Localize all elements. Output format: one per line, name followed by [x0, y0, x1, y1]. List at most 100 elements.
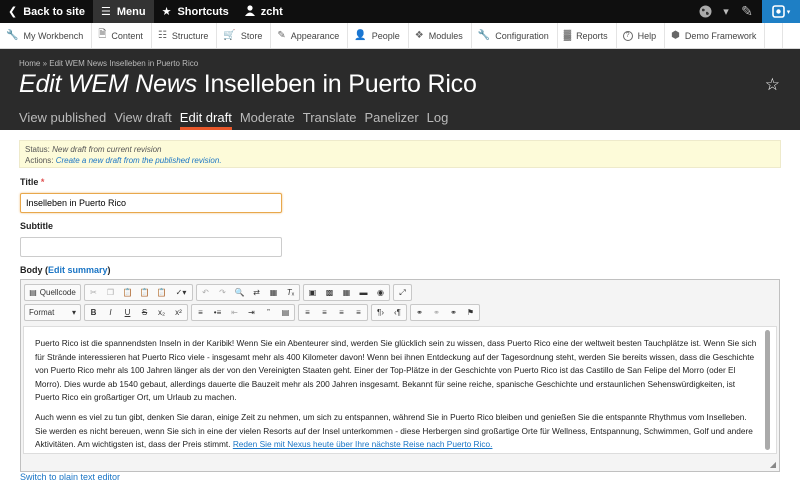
body-label-text: Body: [20, 265, 43, 275]
select-all-icon[interactable]: ▦: [265, 285, 282, 300]
remove-format-icon[interactable]: Tₓ: [282, 285, 299, 300]
tray-item-label: My Workbench: [23, 30, 84, 41]
status-line: Status: New draft from current revision: [25, 144, 775, 155]
source-label: Quellcode: [39, 288, 76, 297]
table-icon[interactable]: ▦: [338, 285, 355, 300]
admin-toolbar: ❮ Back to site ☰ Menu ★ Shortcuts zcht ▾…: [0, 0, 800, 23]
cart-icon: 🛒: [223, 30, 236, 41]
wrench-icon: 🔧: [6, 30, 19, 41]
tray-orientation-toggle[interactable]: [782, 23, 800, 48]
underline-icon[interactable]: U: [119, 305, 136, 320]
iframe-globe-icon[interactable]: ◉: [372, 285, 389, 300]
back-to-site-label: Back to site: [23, 5, 85, 18]
switch-plain-editor-link[interactable]: Switch to plain text editor: [20, 472, 120, 480]
align-center-icon[interactable]: ≡: [316, 305, 333, 320]
tray-item-help[interactable]: ? Help: [617, 23, 666, 48]
anchor-flag-icon[interactable]: ⚑: [462, 305, 479, 320]
unlink-icon[interactable]: ⚭: [428, 305, 445, 320]
dropdown-chevron-icon[interactable]: ▾: [720, 0, 732, 23]
format-dropdown[interactable]: Format ▾: [24, 304, 81, 321]
maximize-icon[interactable]: ⤢: [394, 285, 411, 300]
bold-icon[interactable]: B: [85, 305, 102, 320]
image-icon[interactable]: ▣: [304, 285, 321, 300]
subtitle-label: Subtitle: [20, 221, 53, 231]
document-icon: 🗎: [98, 29, 107, 40]
structure-icon: ☷: [157, 30, 167, 41]
tray-item-store[interactable]: 🛒 Store: [217, 23, 272, 48]
tab-log[interactable]: Log: [427, 109, 449, 130]
edit-summary-link[interactable]: Edit summary: [48, 265, 108, 275]
title-input[interactable]: [20, 193, 282, 213]
tray-item-label: Store: [240, 30, 263, 41]
source-icon: ▤: [29, 288, 37, 297]
tab-edit-draft[interactable]: Edit draft: [179, 109, 232, 130]
align-left-icon[interactable]: ≡: [299, 305, 316, 320]
redo-icon[interactable]: ↷: [214, 285, 231, 300]
paste-text-icon[interactable]: 📋: [136, 285, 153, 300]
paste-icon[interactable]: 📋: [119, 285, 136, 300]
tab-view-draft[interactable]: View draft: [114, 109, 172, 130]
ltr-direction-icon[interactable]: ¶›: [372, 305, 389, 320]
tab-view-published[interactable]: View published: [19, 109, 106, 130]
resize-handle-icon[interactable]: ◢: [770, 460, 776, 469]
undo-icon[interactable]: ↶: [197, 285, 214, 300]
superscript-icon[interactable]: x²: [170, 305, 187, 320]
breadcrumb[interactable]: Home » Edit WEM News Inselleben in Puert…: [19, 59, 198, 68]
tray-item-reports[interactable]: ▓ Reports: [558, 23, 617, 48]
paste-word-icon[interactable]: 📋: [153, 285, 170, 300]
link-icon[interactable]: ⚭: [411, 305, 428, 320]
bookmark-star-icon[interactable]: ☆: [765, 75, 780, 95]
media-icon[interactable]: ▩: [321, 285, 338, 300]
div-container-icon[interactable]: ▤: [277, 305, 294, 320]
blockquote-icon[interactable]: ”: [260, 305, 277, 320]
tab-translate[interactable]: Translate: [303, 109, 357, 130]
tray-item-my-workbench[interactable]: 🔧 My Workbench: [0, 23, 93, 48]
numbered-list-icon[interactable]: ≡: [192, 305, 209, 320]
horizontal-rule-icon[interactable]: ▬: [355, 285, 372, 300]
spellcheck-icon[interactable]: ✓▾: [170, 285, 192, 300]
tray-item-content[interactable]: 🗎 Content: [92, 23, 152, 48]
title-label-text: Title: [20, 177, 39, 187]
create-draft-link[interactable]: Create a new draft from the published re…: [56, 156, 222, 165]
editor-scrollbar[interactable]: [765, 330, 770, 450]
body-paragraph-1: Puerto Rico ist die spannendsten Inseln …: [35, 338, 757, 403]
chevron-down-icon: ▾: [71, 308, 76, 317]
back-to-site-link[interactable]: ❮ Back to site: [0, 0, 93, 23]
tray-item-structure[interactable]: ☷ Structure: [152, 23, 218, 48]
workbench-toggle-icon[interactable]: ▾: [762, 0, 800, 23]
editor-content[interactable]: Puerto Rico ist die spannendsten Inseln …: [23, 326, 777, 454]
align-justify-icon[interactable]: ≡: [350, 305, 367, 320]
user-button[interactable]: zcht: [237, 0, 291, 23]
copy-icon[interactable]: ❐: [102, 285, 119, 300]
tray-item-demo-framework[interactable]: ⬢ Demo Framework: [665, 23, 766, 48]
globe-icon[interactable]: [690, 0, 720, 23]
nexus-travel-link[interactable]: Reden Sie mit Nexus heute über Ihre näch…: [233, 439, 493, 449]
tray-item-configuration[interactable]: 🔧 Configuration: [472, 23, 558, 48]
cut-icon[interactable]: ✂: [85, 285, 102, 300]
linkit-icon[interactable]: ⚭: [445, 305, 462, 320]
tray-item-label: Help: [637, 30, 657, 41]
replace-icon[interactable]: ⇄: [248, 285, 265, 300]
find-icon[interactable]: 🔍: [231, 285, 248, 300]
align-right-icon[interactable]: ≡: [333, 305, 350, 320]
wrench-icon: 🔧: [477, 30, 491, 41]
subtitle-input[interactable]: [20, 237, 282, 257]
format-label: Format: [29, 308, 55, 317]
rtl-direction-icon[interactable]: ‹¶: [389, 305, 406, 320]
source-button[interactable]: ▤ Quellcode: [25, 285, 80, 300]
pencil-icon[interactable]: ✎: [732, 0, 762, 23]
menu-button[interactable]: ☰ Menu: [92, 0, 154, 23]
tray-item-appearance[interactable]: ✎ Appearance: [271, 23, 349, 48]
indent-icon[interactable]: ⇥: [243, 305, 260, 320]
shortcuts-button[interactable]: ★ Shortcuts: [154, 0, 237, 23]
bulleted-list-icon[interactable]: •≡: [209, 305, 226, 320]
subscript-icon[interactable]: x₂: [153, 305, 170, 320]
tray-item-modules[interactable]: ❖ Modules: [409, 23, 472, 48]
person-icon: 👤: [354, 30, 367, 41]
tray-item-people[interactable]: 👤 People: [348, 23, 409, 48]
italic-icon[interactable]: I: [102, 305, 119, 320]
outdent-icon[interactable]: ⇤: [226, 305, 243, 320]
tab-moderate[interactable]: Moderate: [240, 109, 295, 130]
strikethrough-icon[interactable]: S: [136, 305, 153, 320]
tab-panelizer[interactable]: Panelizer: [364, 109, 418, 130]
